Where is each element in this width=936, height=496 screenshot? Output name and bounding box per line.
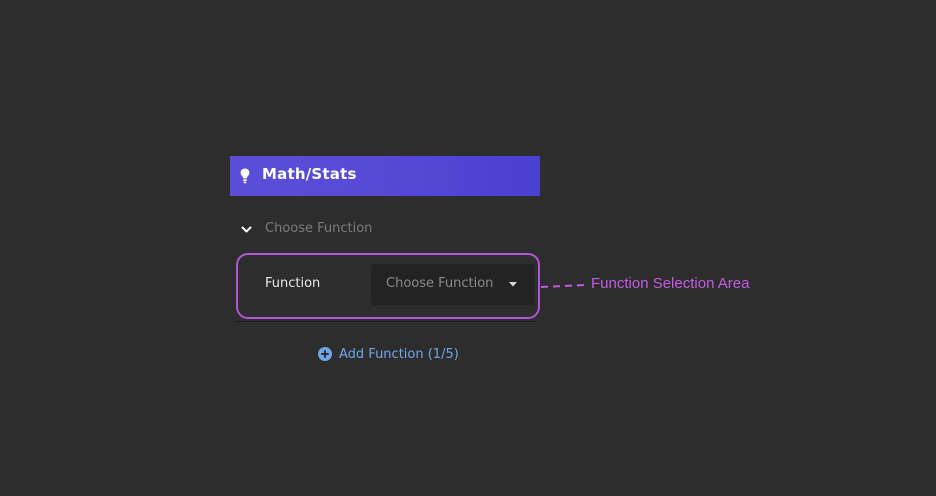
- annotation-label: Function Selection Area: [591, 275, 750, 292]
- section-label: Choose Function: [265, 221, 373, 236]
- function-select[interactable]: Choose Function: [371, 264, 535, 305]
- function-select-placeholder: Choose Function: [386, 276, 494, 291]
- math-stats-panel: Math/Stats Choose Function Function Choo…: [230, 156, 540, 371]
- plus-circle-icon[interactable]: [318, 347, 332, 361]
- annotation-connector: [540, 284, 586, 288]
- panel-title: Math/Stats: [262, 165, 357, 183]
- panel-header: Math/Stats: [230, 156, 540, 196]
- function-label: Function: [265, 276, 321, 291]
- add-function-button[interactable]: Add Function (1/5): [318, 345, 459, 363]
- divider: [236, 321, 536, 322]
- add-function-label: Add Function (1/5): [339, 346, 459, 362]
- function-row: Function Choose Function: [230, 256, 540, 316]
- caret-down-icon[interactable]: [509, 282, 517, 287]
- choose-function-section-toggle[interactable]: Choose Function: [230, 216, 540, 244]
- lightbulb-icon: [240, 168, 250, 184]
- chevron-down-icon[interactable]: [241, 224, 252, 235]
